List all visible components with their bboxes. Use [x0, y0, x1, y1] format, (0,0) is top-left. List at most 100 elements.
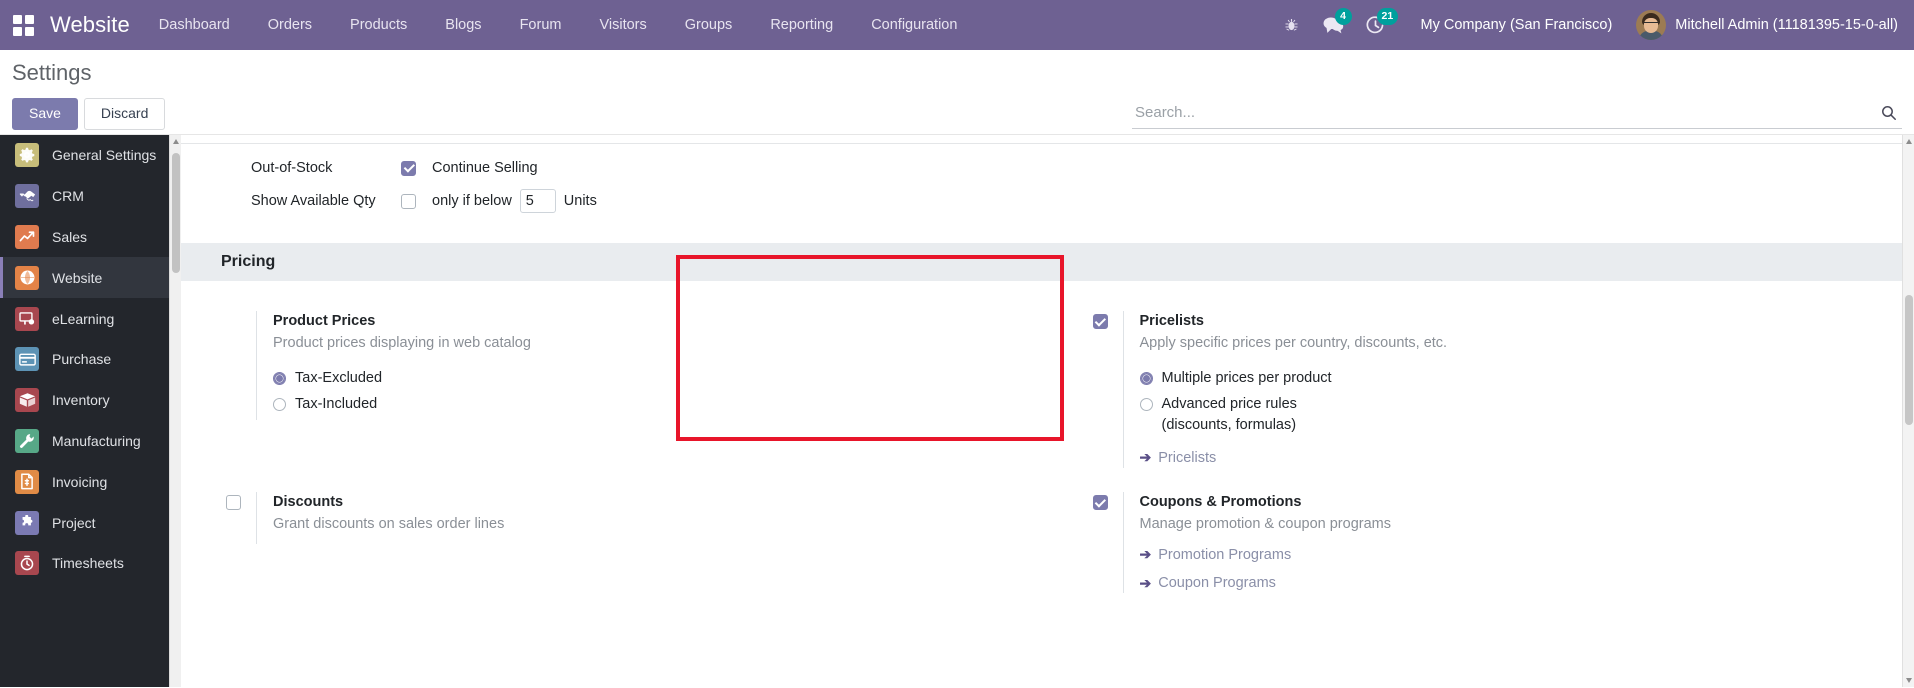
top-navbar: Website Dashboard Orders Products Blogs …	[0, 0, 1914, 50]
company-switcher[interactable]: My Company (San Francisco)	[1397, 0, 1631, 50]
radio-button-icon[interactable]	[1139, 371, 1153, 385]
sidebar-item-timesheets[interactable]: Timesheets	[0, 543, 181, 584]
radio-advanced-price-rules[interactable]: Advanced price rules (discounts, formula…	[1139, 394, 1448, 436]
top-divider	[181, 143, 1914, 144]
menu-blogs[interactable]: Blogs	[426, 0, 500, 50]
radio-button-icon[interactable]	[1139, 397, 1153, 411]
menu-visitors[interactable]: Visitors	[580, 0, 665, 50]
arrow-right-icon: ➔	[1139, 546, 1152, 563]
bug-icon[interactable]	[1271, 0, 1313, 50]
content-scroll-thumb[interactable]	[1905, 295, 1913, 425]
radio-button-icon[interactable]	[273, 371, 286, 385]
radio-tax-included[interactable]: Tax-Included	[273, 394, 531, 415]
wrench-icon	[15, 428, 39, 453]
radio-label: Advanced price rules (discounts, formula…	[1161, 395, 1297, 433]
scroll-down-arrow-icon[interactable]	[1906, 678, 1912, 683]
activities-badge: 21	[1376, 8, 1399, 25]
discounts-checkbox[interactable]	[226, 495, 241, 511]
product-prices-radio-group: Tax-Excluded Tax-Included	[273, 368, 531, 415]
only-if-below-label: only if below	[432, 193, 512, 209]
sidebar-item-label: Inventory	[52, 392, 110, 409]
content-scrollbar[interactable]	[1902, 135, 1914, 687]
sidebar-item-label: CRM	[52, 188, 84, 205]
menu-orders[interactable]: Orders	[249, 0, 331, 50]
out-of-stock-checkbox[interactable]	[401, 160, 416, 176]
scroll-up-arrow-icon[interactable]	[1906, 139, 1912, 144]
link-promotion-programs[interactable]: ➔ Promotion Programs	[1140, 545, 1391, 565]
sidebar-scrollbar[interactable]	[169, 135, 181, 687]
setting-pricelists: Pricelists Apply specific prices per cou…	[1048, 301, 1914, 478]
search-input[interactable]	[1132, 102, 1876, 124]
settings-sidebar: General Settings CRM Sales Website eLear…	[0, 135, 181, 687]
radio-button-icon[interactable]	[273, 397, 286, 411]
user-name-label: Mitchell Admin (11181395-15-0-all)	[1675, 17, 1898, 33]
sidebar-item-label: Manufacturing	[52, 432, 141, 449]
setting-description: Product prices displaying in web catalog	[273, 335, 531, 352]
pricelists-body: Pricelists Apply specific prices per cou…	[1122, 311, 1448, 469]
sidebar-item-elearning[interactable]: eLearning	[0, 298, 181, 339]
sidebar-item-sales[interactable]: Sales	[0, 217, 181, 258]
scroll-up-arrow-icon[interactable]	[173, 139, 179, 144]
save-button[interactable]: Save	[12, 98, 78, 130]
link-label: Promotion Programs	[1158, 546, 1292, 563]
control-panel: Settings Save Discard	[0, 50, 1914, 135]
sidebar-item-manufacturing[interactable]: Manufacturing	[0, 421, 181, 462]
qty-threshold-input[interactable]	[519, 189, 556, 213]
app-brand-website[interactable]: Website	[46, 12, 140, 38]
magnifier-icon[interactable]	[1876, 102, 1902, 124]
menu-configuration[interactable]: Configuration	[852, 0, 976, 50]
out-of-stock-label: Out-of-Stock	[251, 160, 333, 176]
globe-icon	[15, 265, 39, 290]
setting-description: Apply specific prices per country, disco…	[1139, 335, 1448, 352]
menu-reporting[interactable]: Reporting	[751, 0, 852, 50]
product-prices-body: Product Prices Product prices displaying…	[256, 311, 531, 420]
link-pricelists[interactable]: ➔ Pricelists	[1140, 448, 1448, 468]
sidebar-item-inventory[interactable]: Inventory	[0, 380, 181, 421]
page-title: Settings	[12, 60, 92, 85]
discard-button[interactable]: Discard	[83, 98, 166, 130]
setting-title: Product Prices	[273, 313, 376, 329]
setting-title: Pricelists	[1139, 313, 1205, 329]
setting-coupons-promotions: Coupons & Promotions Manage promotion & …	[1048, 478, 1914, 603]
setting-product-prices: Product Prices Product prices displaying…	[181, 301, 1048, 478]
menu-forum[interactable]: Forum	[501, 0, 581, 50]
radio-label: Tax-Included	[295, 395, 378, 412]
messages-icon-wrapper[interactable]: 4	[1313, 0, 1355, 50]
show-available-qty-checkbox[interactable]	[401, 193, 416, 209]
pricelists-checkbox[interactable]	[1092, 314, 1108, 329]
puzzle-icon	[15, 510, 39, 535]
user-menu[interactable]: Mitchell Admin (11181395-15-0-all)	[1630, 0, 1914, 50]
sidebar-item-invoicing[interactable]: Invoicing	[0, 461, 181, 502]
sidebar-item-label: Website	[52, 269, 103, 286]
row-out-of-stock: Out-of-Stock Continue Selling	[181, 154, 1914, 182]
link-label: Pricelists	[1158, 449, 1217, 466]
continue-selling-label: Continue Selling	[432, 160, 538, 176]
apps-grid-icon[interactable]	[0, 0, 46, 50]
coupons-promotions-checkbox[interactable]	[1092, 495, 1108, 511]
menu-products[interactable]: Products	[331, 0, 426, 50]
activities-icon-wrapper[interactable]: 21	[1355, 0, 1399, 50]
menu-dashboard[interactable]: Dashboard	[140, 0, 249, 50]
link-label: Coupon Programs	[1158, 575, 1276, 592]
radio-tax-excluded[interactable]: Tax-Excluded	[273, 368, 531, 389]
arrow-right-icon: ➔	[1139, 449, 1152, 466]
pricelists-radio-group: Multiple prices per product Advanced pri…	[1139, 368, 1448, 436]
radio-multiple-prices-per-product[interactable]: Multiple prices per product	[1139, 368, 1448, 389]
sidebar-item-general-settings[interactable]: General Settings	[0, 135, 181, 176]
setting-description: Manage promotion & coupon programs	[1139, 516, 1391, 533]
sidebar-item-project[interactable]: Project	[0, 502, 181, 543]
section-title: Pricing	[221, 253, 276, 270]
link-coupon-programs[interactable]: ➔ Coupon Programs	[1140, 573, 1391, 593]
units-label: Units	[563, 193, 597, 209]
sidebar-scroll-thumb[interactable]	[172, 153, 180, 273]
messages-badge: 4	[1334, 8, 1352, 25]
pricing-settings-grid: Product Prices Product prices displaying…	[181, 281, 1914, 603]
sidebar-item-label: General Settings	[52, 147, 157, 164]
sidebar-item-website[interactable]: Website	[0, 257, 181, 299]
sidebar-item-label: eLearning	[52, 310, 115, 327]
stopwatch-icon	[15, 551, 39, 576]
setting-title: Discounts	[273, 494, 344, 511]
sidebar-item-purchase[interactable]: Purchase	[0, 339, 181, 380]
menu-groups[interactable]: Groups	[666, 0, 752, 50]
sidebar-item-crm[interactable]: CRM	[0, 176, 181, 217]
